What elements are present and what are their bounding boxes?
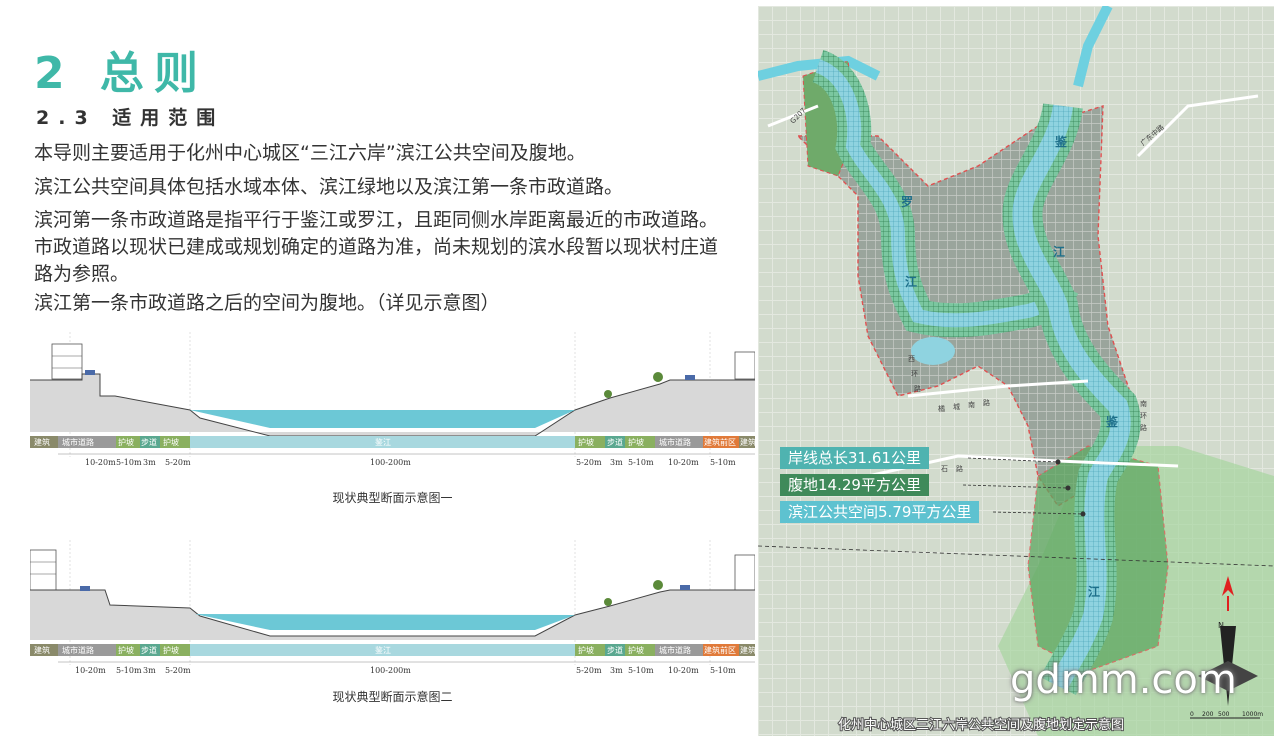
dim-river: 100-200m [370,666,411,675]
section-subtitle: 2.3 适用范围 [36,107,225,129]
zone-building-front: 建筑前区 [704,437,736,447]
dim-slope2-left: 5-20m [165,666,191,675]
zone-road-right: 城市道路 [659,645,691,655]
road-label-lu3: 路 [1140,423,1147,432]
river-label-jian-1: 鉴 [1054,134,1068,149]
zone-slope-left-2: 护坡 [163,645,179,655]
dim-front-right: 5-10m [710,458,736,467]
dim-slope-left: 5-10m [116,458,142,467]
label-hinterland: 腹地14.29平方公里 [780,474,929,496]
scale-0: 0 [1190,711,1194,718]
river-label-luo-2: 江 [905,274,917,289]
road-label-huan2: 环 [1140,412,1147,420]
zone-road-right: 城市道路 [659,437,691,447]
road-label-nan2: 南 [1140,399,1147,408]
dim-slope-right: 5-20m [576,458,602,467]
zone-slope-right-1: 护坡 [578,437,594,447]
cross-section-diagram-2: 建筑 城市道路 护坡 步道 护坡 鉴江 护坡 步道 护坡 城市道路 建筑前区 建… [30,540,755,680]
dim-slope-right: 5-20m [576,666,602,675]
zone-building-right: 建筑 [740,437,755,447]
zone-walkway-right: 步道 [607,437,623,447]
road-label-ju: 橘 [938,404,945,413]
road-label-lu2: 路 [983,398,990,407]
paragraph-public-space: 滨江公共空间具体包括水域本体、滨江绿地以及滨江第一条市政道路。 [34,176,624,198]
zone-slope-right-2: 护坡 [628,437,644,447]
dim-road-left: 10-20m [85,458,116,467]
zone-walkway-right: 步道 [607,645,623,655]
dim-road-right: 10-20m [668,666,699,675]
road-label-cheng: 城 [953,403,960,411]
label-shoreline: 岸线总长31.61公里 [780,447,929,469]
road-label-shi: 石 [941,465,948,473]
zone-walkway-left: 步道 [141,645,157,655]
paragraph-hinterland: 滨江第一条市政道路之后的空间为腹地。（详见示意图） [34,292,500,314]
scale-500: 500 [1218,711,1230,718]
north-label: N [1218,621,1224,630]
watermark: gdmm.com [1010,657,1237,703]
scale-200: 200 [1202,711,1214,718]
cross-section-graphic: 建筑 城市道路 护坡 步道 护坡 鉴江 护坡 步道 护坡 城市道路 建筑前区 建… [30,332,755,467]
zone-river: 鉴江 [375,437,391,447]
cross-section-diagram-1: 建筑 城市道路 护坡 步道 护坡 鉴江 护坡 步道 护坡 城市道路 建筑前区 建… [30,332,755,472]
road-label-lu4: 路 [956,464,963,473]
section-caption-2: 现状典型断面示意图二 [332,690,453,704]
river-label-jian-3: 鉴 [1105,414,1119,429]
dim-walk-left: 3m [143,666,156,675]
road-label-huan: 环 [911,370,918,378]
cross-section-graphic: 建筑 城市道路 护坡 步道 护坡 鉴江 护坡 步道 护坡 城市道路 建筑前区 建… [30,540,755,675]
dim-walk-right: 3m [610,666,623,675]
river-label-jian-2: 江 [1053,244,1065,259]
river-label-luo-1: 罗 [901,194,913,209]
zone-river: 鉴江 [375,645,391,655]
zone-walkway-left: 步道 [141,437,157,447]
zone-road-left: 城市道路 [62,645,94,655]
map-graphic: 罗 江 鉴 江 鉴 江 G207 广东中路 西 环 路 橘 城 南 路 南 环 … [756,3,1275,736]
road-label-xi: 西 [908,355,915,363]
zone-slope-right-2: 护坡 [628,645,644,655]
zone-road-left: 城市道路 [62,437,94,447]
zone-building-left: 建筑 [34,437,50,447]
zone-slope-left-1: 护坡 [118,437,134,447]
dim-road-right: 10-20m [668,458,699,467]
zone-slope-left-2: 护坡 [163,437,179,447]
road-label-lu: 路 [914,384,921,393]
dim-slope2-right: 5-10m [628,666,654,675]
dim-walk-right: 3m [610,458,623,467]
paragraph-scope: 本导则主要适用于化州中心城区“三江六岸”滨江公共空间及腹地。 [34,142,586,164]
zone-building-left: 建筑 [34,645,50,655]
scale-1000: 1000m [1242,711,1263,718]
paragraph-first-road: 滨河第一条市政道路是指平行于鉴江或罗江，且距同侧水岸距离最近的市政道路。市政道路… [34,209,719,285]
page-title: 2 总则 [34,48,208,99]
road-label-nan: 南 [968,400,975,409]
zone-building-front: 建筑前区 [704,645,736,655]
river-label-jian-4: 江 [1088,584,1100,599]
map-caption: 化州中心城区三江六岸公共空间及腹地划定示意图 [838,717,1124,733]
dim-walk-left: 3m [143,458,156,467]
dim-river: 100-200m [370,458,411,467]
river-map: 罗 江 鉴 江 鉴 江 G207 广东中路 西 环 路 橘 城 南 路 南 环 … [756,3,1275,736]
dim-front-right: 5-10m [710,666,736,675]
zone-building-right: 建筑 [740,645,755,655]
zone-slope-left-1: 护坡 [118,645,134,655]
label-public-space: 滨江公共空间5.79平方公里 [780,501,980,523]
zone-slope-right-1: 护坡 [578,645,594,655]
dim-slope-left: 5-10m [116,666,142,675]
dim-road-left: 10-20m [75,666,106,675]
dim-slope2-left: 5-20m [165,458,191,467]
dim-slope2-right: 5-10m [628,458,654,467]
section-caption-1: 现状典型断面示意图一 [332,491,453,505]
